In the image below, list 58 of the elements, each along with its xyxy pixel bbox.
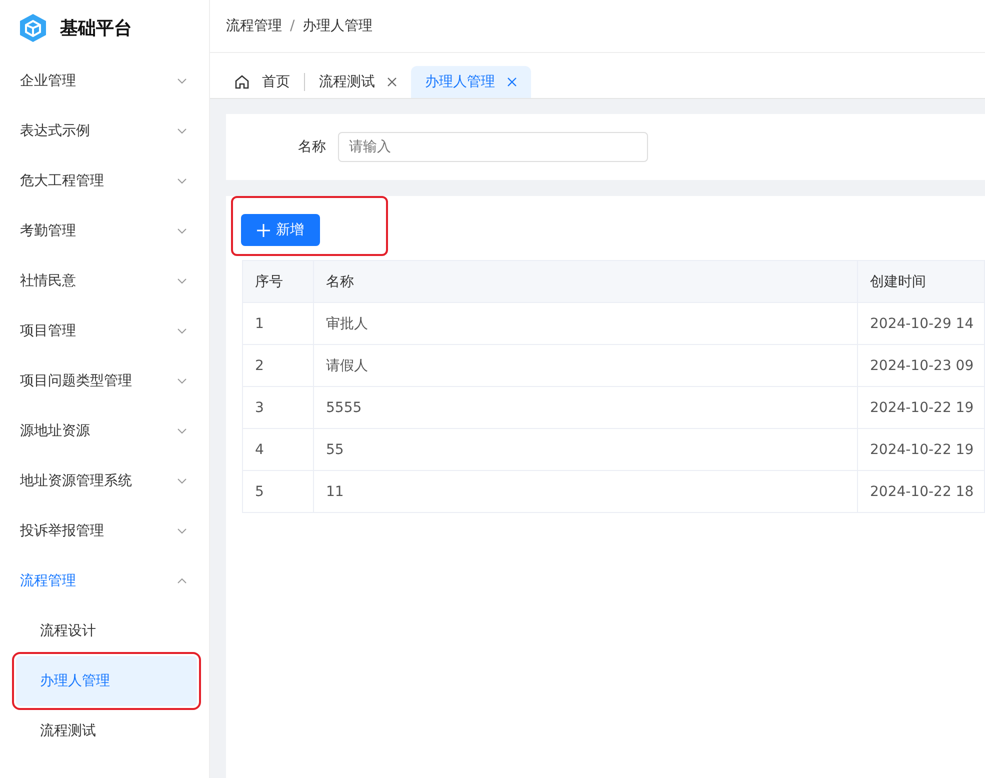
plus-icon (257, 224, 270, 236)
sidebar-menu-item[interactable]: 项目问题类型管理 (0, 356, 209, 406)
chevron-down-icon (177, 378, 187, 384)
home-icon (234, 74, 250, 90)
table-cell: 审批人 (314, 302, 858, 344)
tab[interactable]: 首页 (220, 66, 304, 98)
table-cell: 2024-10-22 18 (858, 470, 984, 512)
sidebar-menu-item[interactable]: 源地址资源 (0, 406, 209, 456)
sidebar-menu-item[interactable]: 地址资源管理系统 (0, 456, 209, 506)
table-cell: 2024-10-29 14 (858, 302, 984, 344)
chevron-down-icon (177, 78, 187, 84)
table-cell: 2024-10-22 19 (858, 386, 984, 428)
table-cell: 2024-10-23 09 (858, 344, 984, 386)
breadcrumb-item[interactable]: 流程管理 (226, 17, 282, 35)
tab[interactable]: 流程测试 (305, 66, 411, 98)
table-cell: 1 (242, 302, 314, 344)
column-header: 创建时间 (858, 260, 984, 302)
chevron-down-icon (177, 528, 187, 534)
sidebar-menu-item[interactable]: 流程管理 (0, 556, 209, 606)
sidebar-submenu-item[interactable]: 办理人管理 (16, 656, 197, 706)
chevron-down-icon (177, 428, 187, 434)
add-button[interactable]: 新增 (241, 214, 320, 246)
chevron-down-icon (177, 178, 187, 184)
chevron-up-icon (177, 578, 187, 584)
sidebar-menu-item[interactable]: 项目管理 (0, 306, 209, 356)
chevron-down-icon (177, 328, 187, 334)
table-cell: 4 (242, 428, 314, 470)
sidebar-menu-item[interactable]: 考勤管理 (0, 206, 209, 256)
column-header: 序号 (242, 260, 314, 302)
chevron-down-icon (177, 478, 187, 484)
sidebar-menu-item[interactable]: 企业管理 (0, 56, 209, 106)
field-label: 名称 (298, 138, 326, 156)
close-icon[interactable] (507, 77, 517, 87)
app-title: 基础平台 (60, 17, 132, 40)
breadcrumb-item[interactable]: 办理人管理 (302, 17, 373, 35)
chevron-down-icon (177, 278, 187, 284)
chevron-down-icon (177, 228, 187, 234)
tab[interactable]: 办理人管理 (411, 66, 531, 98)
chevron-down-icon (177, 128, 187, 134)
sidebar-menu-item[interactable]: 投诉举报管理 (0, 506, 209, 556)
sidebar-menu-item[interactable]: 危大工程管理 (0, 156, 209, 206)
table-cell: 3 (242, 386, 314, 428)
sidebar-submenu-item[interactable]: 流程设计 (0, 606, 197, 656)
close-icon[interactable] (387, 77, 397, 87)
sidebar-menu-item[interactable]: 社情民意 (0, 256, 209, 306)
table-cell: 5555 (314, 386, 858, 428)
sidebar-menu-item[interactable]: 表达式示例 (0, 106, 209, 156)
breadcrumb-separator: / (290, 18, 295, 34)
cube-logo-icon (18, 13, 48, 43)
table-cell: 2024-10-22 19 (858, 428, 984, 470)
sidebar-submenu-item[interactable]: 流程测试 (0, 706, 197, 756)
table-cell: 55 (314, 428, 858, 470)
table-cell: 2 (242, 344, 314, 386)
table-cell: 11 (314, 470, 858, 512)
table-cell: 5 (242, 470, 314, 512)
table-cell: 请假人 (314, 344, 858, 386)
column-header: 名称 (314, 260, 858, 302)
name-input-field[interactable]: 请输入 (338, 132, 648, 162)
